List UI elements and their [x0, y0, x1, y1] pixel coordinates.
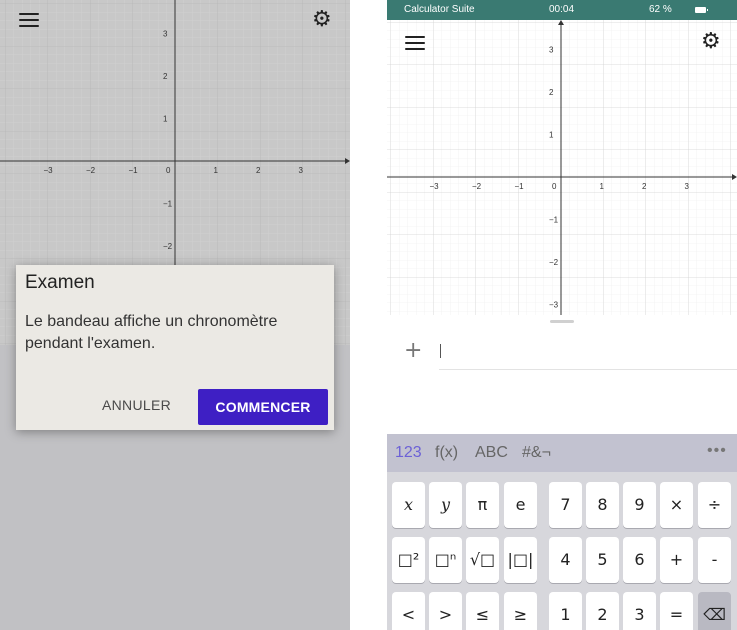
x-tick-label: −3	[430, 182, 440, 191]
y-tick-label: 2	[549, 88, 554, 97]
tab-123[interactable]: 123	[395, 444, 422, 462]
start-button[interactable]: COMMENCER	[198, 389, 328, 425]
keyboard-tabs: 123 f(x) ABC #&¬ •••	[387, 434, 737, 472]
graphing-canvas-right[interactable]: −3 −2 −1 0 1 2 3 3 2 1 −1 −2 −3	[387, 20, 737, 315]
key-5[interactable]: 5	[586, 537, 619, 583]
x-tick-label: 3	[299, 166, 304, 175]
y-tick-label: −2	[163, 242, 173, 251]
key-greater[interactable]: >	[429, 592, 462, 630]
y-tick-label: −3	[549, 301, 559, 310]
key-3[interactable]: 3	[623, 592, 656, 630]
key-greater-equal[interactable]: ≥	[504, 592, 537, 630]
x-tick-label: −1	[515, 182, 525, 191]
x-tick-label: 3	[685, 182, 690, 191]
settings-gear-icon[interactable]: ⚙	[312, 9, 332, 31]
key-minus[interactable]: -	[698, 537, 731, 583]
drag-handle[interactable]	[550, 320, 574, 323]
key-8[interactable]: 8	[586, 482, 619, 528]
tab-symbols[interactable]: #&¬	[522, 444, 551, 462]
key-multiply[interactable]: ×	[660, 482, 693, 528]
status-app-name: Calculator Suite	[404, 4, 475, 15]
key-4[interactable]: 4	[549, 537, 582, 583]
y-tick-label: 3	[163, 30, 168, 39]
status-bar: Calculator Suite 00:04 62 %	[387, 0, 737, 20]
x-tick-label: 2	[642, 182, 647, 191]
y-tick-label: 1	[549, 131, 554, 140]
x-tick-label: −3	[44, 166, 54, 175]
left-screen: −3 −2 −1 0 1 2 3 3 2 1 −1 −2 ⚙ Examen Le bandeau a…	[0, 0, 350, 630]
y-tick-label: 1	[163, 115, 168, 124]
more-options-icon[interactable]: •••	[707, 442, 727, 460]
x-tick-label: −1	[129, 166, 139, 175]
x-tick-label: −2	[86, 166, 96, 175]
dialog-message: Le bandeau affiche un chronomètre pendan…	[25, 313, 278, 352]
battery-icon	[695, 7, 708, 13]
key-sqrt[interactable]: √□	[466, 537, 499, 583]
dialog-title: Examen	[25, 272, 95, 293]
tab-abc[interactable]: ABC	[475, 444, 508, 462]
settings-gear-icon[interactable]: ⚙	[701, 31, 721, 53]
text-caret	[440, 344, 441, 358]
key-less[interactable]: <	[392, 592, 425, 630]
y-tick-label: 2	[163, 72, 168, 81]
key-y[interactable]: y	[429, 482, 462, 528]
tab-functions[interactable]: f(x)	[435, 444, 458, 462]
cancel-button[interactable]: ANNULER	[102, 397, 171, 413]
key-plus[interactable]: +	[660, 537, 693, 583]
x-tick-label: 0	[552, 182, 557, 191]
x-tick-label: 2	[256, 166, 261, 175]
key-less-equal[interactable]: ≤	[466, 592, 499, 630]
status-time: 00:04	[549, 4, 575, 15]
add-item-button[interactable]: +	[404, 338, 422, 363]
key-x[interactable]: x	[392, 482, 425, 528]
exam-dialog: Examen Le bandeau affiche un chronomètre…	[16, 265, 334, 430]
x-tick-label: 1	[214, 166, 219, 175]
key-divide[interactable]: ÷	[698, 482, 731, 528]
status-battery: 62 %	[649, 4, 672, 15]
menu-button[interactable]	[405, 36, 425, 52]
key-9[interactable]: 9	[623, 482, 656, 528]
key-2[interactable]: 2	[586, 592, 619, 630]
menu-button[interactable]	[19, 13, 39, 29]
x-tick-label: 1	[600, 182, 605, 191]
key-abs[interactable]: |□|	[504, 537, 537, 583]
y-tick-label: −2	[549, 258, 559, 267]
algebra-input[interactable]	[439, 338, 737, 370]
key-power[interactable]: □ⁿ	[429, 537, 462, 583]
key-7[interactable]: 7	[549, 482, 582, 528]
x-tick-label: −2	[472, 182, 482, 191]
key-square[interactable]: □²	[392, 537, 425, 583]
x-tick-label: 0	[166, 166, 171, 175]
math-keyboard: 123 f(x) ABC #&¬ ••• x y π e 7 8 9 × ÷ □² □ⁿ √□ |□| 4…	[387, 434, 737, 630]
y-tick-label: −1	[549, 216, 559, 225]
key-equals[interactable]: =	[660, 592, 693, 630]
backspace-icon[interactable]: ⌫	[698, 592, 731, 630]
right-screen: Calculator Suite 00:04 62 % −3 −2 −1 0 1 2 3 3…	[387, 0, 737, 630]
key-pi[interactable]: π	[466, 482, 499, 528]
key-6[interactable]: 6	[623, 537, 656, 583]
y-tick-label: 3	[549, 46, 554, 55]
key-1[interactable]: 1	[549, 592, 582, 630]
key-e[interactable]: e	[504, 482, 537, 528]
y-tick-label: −1	[163, 200, 173, 209]
